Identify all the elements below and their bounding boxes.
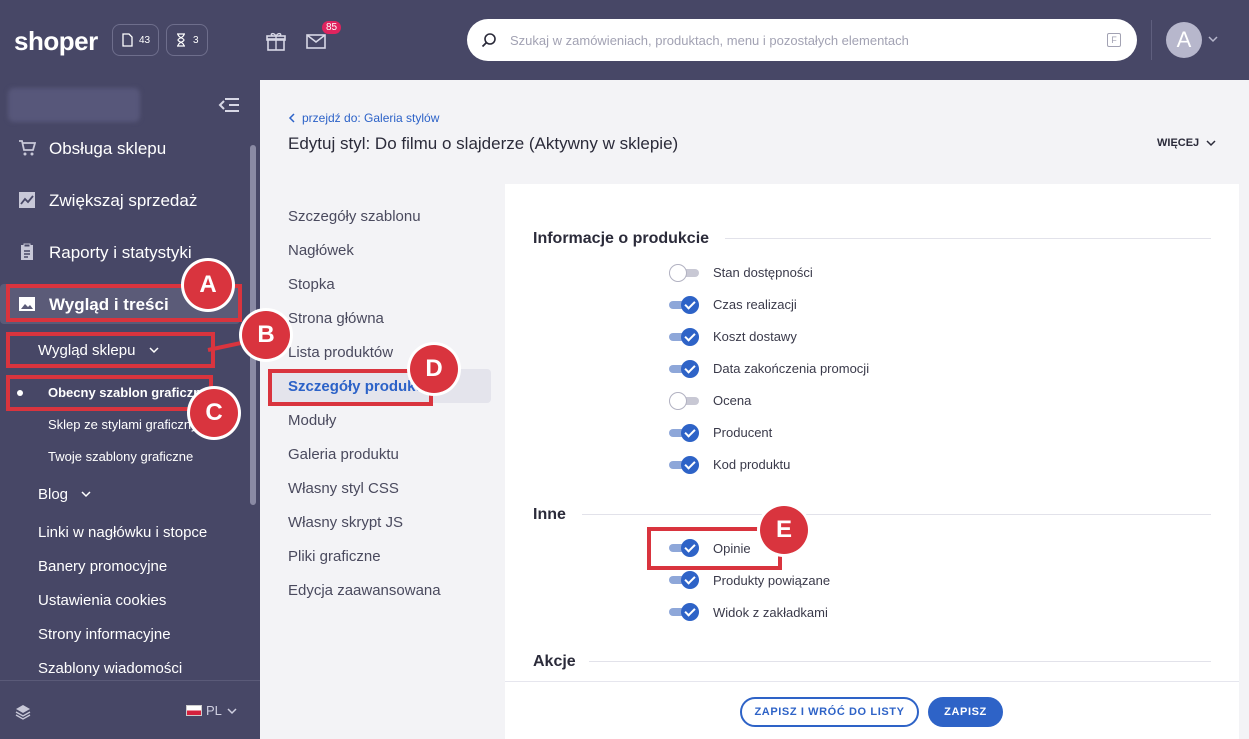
settings-panel: Informacje o produkcie Stan dostępności … [505,184,1239,739]
annotation-marker-d: D [410,345,458,393]
toggle-data-zakonczenia-promocji[interactable] [669,360,699,378]
global-search[interactable]: Szukaj w zamówieniach, produktach, menu … [467,19,1137,61]
submenu-galeria-produktu[interactable]: Galeria produktu [288,446,399,463]
chevron-left-icon [288,113,295,123]
section-title-informacje: Informacje o produkcie [533,230,710,247]
annotation-box-d [268,369,433,406]
section-divider [725,238,1211,239]
nav-twoje-szablony[interactable]: Twoje szablony graficzne [48,449,193,464]
submenu-pliki-graficzne[interactable]: Pliki graficzne [288,548,381,565]
nav-obsluga-sklepu[interactable]: Obsługa sklepu [0,128,240,168]
nav-label: Raporty i statystyki [49,243,192,262]
annotation-box-c [6,375,213,411]
page-title: Edytuj styl: Do filmu o slajderze (Aktyw… [288,134,679,153]
nav-label: Obsługa sklepu [49,139,167,158]
option-label: Ocena [713,393,752,408]
submenu-lista-produktow[interactable]: Lista produktów [288,344,393,361]
submenu-edycja-zaawansowana[interactable]: Edycja zaawansowana [288,582,441,599]
more-button[interactable]: WIĘCEJ [1157,137,1217,149]
annotation-box-b [6,332,215,368]
option-label: Czas realizacji [713,297,797,312]
chevron-down-icon [227,707,237,714]
nav-strony-informacyjne[interactable]: Strony informacyjne [38,626,171,643]
option-label: Producent [713,425,773,440]
back-link[interactable]: przejdź do: Galeria stylów [288,111,439,125]
gift-icon[interactable] [265,31,287,51]
save-and-back-button[interactable]: ZAPISZ I WRÓĆ DO LISTY [740,697,919,727]
submenu-moduly[interactable]: Moduły [288,412,336,429]
section-title-akcje: Akcje [533,653,576,670]
chevron-down-icon [81,491,91,498]
toggle-stan-dostepnosci[interactable] [669,264,699,282]
submenu-wlasny-skrypt-js[interactable]: Własny skrypt JS [288,514,403,531]
mail-count-badge: 85 [322,21,342,34]
submenu-strona-glowna[interactable]: Strona główna [288,310,384,327]
language-code: PL [206,703,222,718]
topbar-divider [1151,20,1152,60]
orders-count: 43 [139,34,151,46]
option-label: Stan dostępności [713,265,813,280]
section-divider [589,661,1211,662]
nav-linki[interactable]: Linki w nagłówku i stopce [38,524,207,541]
submenu-stopka[interactable]: Stopka [288,276,335,293]
nav-szablony-wiadomosci[interactable]: Szablony wiadomości [38,660,182,677]
toggle-czas-realizacji[interactable] [669,296,699,314]
poland-flag-icon [186,705,202,716]
more-label: WIĘCEJ [1157,137,1200,149]
annotation-marker-a: A [184,261,232,309]
mail-icon[interactable] [305,31,327,51]
option-label: Data zakończenia promocji [713,361,870,376]
chart-icon [19,192,35,208]
section-title-inne: Inne [533,506,566,523]
document-icon [122,33,133,47]
toggle-kod-produktu[interactable] [669,456,699,474]
shop-name-blurred [8,88,140,122]
option-label: Kod produktu [713,457,791,472]
submenu-naglowek[interactable]: Nagłówek [288,242,354,259]
chevron-down-icon[interactable] [1207,33,1219,45]
clipboard-icon [21,243,33,260]
nav-banery[interactable]: Banery promocyjne [38,558,167,575]
collapse-sidebar-icon[interactable] [217,96,241,114]
submenu-wlasny-styl-css[interactable]: Własny styl CSS [288,480,399,497]
pending-count: 3 [193,34,199,46]
sidebar-footer: PL [0,680,260,739]
nav-sklep-ze-stylami[interactable]: Sklep ze stylami graficzny [48,417,198,432]
save-button[interactable]: ZAPISZ [928,697,1003,727]
toggle-producent[interactable] [669,424,699,442]
annotation-marker-b: B [242,311,290,359]
search-input[interactable]: Szukaj w zamówieniach, produktach, menu … [510,33,909,48]
option-label: Widok z zakładkami [713,605,828,620]
layers-icon[interactable] [14,703,32,721]
orders-counter[interactable]: 43 [112,24,160,56]
nav-cookies[interactable]: Ustawienia cookies [38,592,166,609]
section-divider [582,514,1211,515]
nav-zwiekszaj-sprzedaz[interactable]: Zwiększaj sprzedaż [0,180,240,220]
back-link-label: przejdź do: Galeria stylów [302,111,440,125]
toggle-koszt-dostawy[interactable] [669,328,699,346]
toggle-widok-z-zakladkami[interactable] [669,603,699,621]
nav-label: Zwiększaj sprzedaż [49,191,198,210]
search-icon [481,33,496,48]
search-shortcut-icon: F [1107,33,1121,47]
nav-blog[interactable]: Blog [38,486,92,503]
annotation-marker-c: C [190,389,238,437]
pending-counter[interactable]: 3 [166,24,208,56]
hourglass-icon [177,33,185,47]
form-footer: ZAPISZ I WRÓĆ DO LISTY ZAPISZ [505,681,1239,739]
nav-sub-label: Blog [38,486,69,503]
top-bar: shoper 43 3 85 Szukaj w zamówieniach, pr… [0,0,1249,80]
option-label: Produkty powiązane [713,573,831,588]
shoper-logo[interactable]: shoper [14,26,98,57]
main-content: przejdź do: Galeria stylów Edytuj styl: … [260,80,1249,739]
option-label: Koszt dostawy [713,329,797,344]
language-selector[interactable]: PL [186,703,238,718]
toggle-ocena[interactable] [669,392,699,410]
submenu-szczegoly-szablonu[interactable]: Szczegóły szablonu [288,208,421,225]
toggle-produkty-powiazane[interactable] [669,571,699,589]
annotation-marker-e: E [760,506,808,554]
cart-icon [19,140,36,156]
avatar[interactable]: A [1166,22,1202,58]
chevron-down-icon [1206,140,1216,147]
